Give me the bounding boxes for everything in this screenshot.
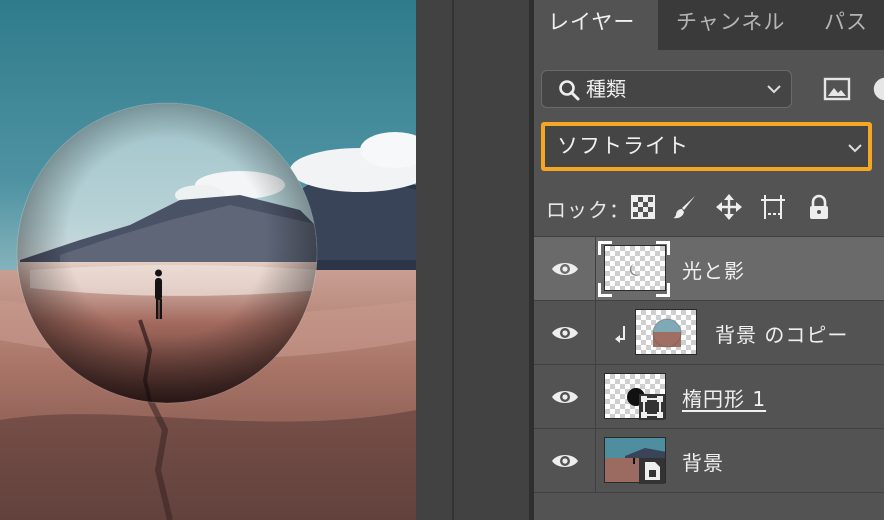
layer-row-background-copy[interactable]: 背景 のコピー: [534, 300, 884, 365]
visibility-column: [534, 237, 596, 301]
eye-icon[interactable]: [551, 259, 579, 279]
layers-panel: レイヤー チャンネル パス 種類 ソフトライト ロック： 光と影 背景 のコピー…: [534, 0, 884, 520]
lock-artboard-icon[interactable]: [760, 194, 786, 220]
eye-icon[interactable]: [551, 451, 579, 471]
document-canvas[interactable]: [0, 0, 416, 520]
canvas-gutter: [416, 0, 534, 520]
filter-kind-select[interactable]: 種類: [541, 70, 792, 108]
photo-thumbnail-image: [652, 318, 682, 348]
lock-all-icon[interactable]: [806, 194, 832, 220]
thumbnail-selection-corner: [656, 283, 670, 297]
chevron-down-icon: [767, 85, 781, 94]
layer-thumbnail: [635, 309, 697, 355]
lock-label: ロック：: [546, 198, 630, 222]
tab-channels[interactable]: チャンネル: [662, 0, 798, 50]
tab-layers[interactable]: レイヤー: [534, 0, 658, 50]
lock-row: ロック：: [534, 178, 884, 236]
visibility-column: [534, 365, 596, 429]
shape-layer-badge-icon: [639, 394, 665, 420]
search-icon: [559, 80, 580, 101]
thumbnail-selection-corner: [598, 241, 612, 255]
layer-name[interactable]: 背景: [682, 447, 724, 476]
visibility-column: [534, 301, 596, 365]
blend-mode-select[interactable]: ソフトライト: [541, 122, 872, 171]
clipping-mask-arrow-icon: [615, 326, 625, 343]
divider: [452, 0, 454, 520]
panel-tab-bar: レイヤー チャンネル パス: [534, 0, 884, 50]
thumbnail-selection-corner: [656, 241, 670, 255]
lock-image-pixels-icon[interactable]: [672, 194, 698, 220]
canvas-image: [0, 0, 416, 520]
chevron-down-icon: [848, 144, 862, 153]
visibility-column: [534, 429, 596, 493]
lock-position-icon[interactable]: [716, 194, 742, 220]
tab-paths[interactable]: パス: [810, 0, 884, 50]
image-filter-icon[interactable]: [823, 76, 851, 102]
adjustment-filter-icon[interactable]: [872, 76, 884, 102]
layer-name[interactable]: 光と影: [682, 255, 745, 284]
lock-transparent-pixels-icon[interactable]: [630, 194, 656, 220]
layer-row-ellipse-1[interactable]: 楕円形 1: [534, 364, 884, 429]
layer-name[interactable]: 楕円形 1: [682, 383, 766, 412]
filter-kind-label: 種類: [586, 77, 626, 101]
thumbnail-selection-corner: [598, 283, 612, 297]
blend-mode-value: ソフトライト: [557, 134, 689, 158]
layer-row-background[interactable]: 背景: [534, 428, 884, 493]
layer-filter-row: 種類: [534, 50, 884, 116]
blend-mode-row: ソフトライト: [534, 116, 884, 178]
layer-name[interactable]: 背景 のコピー: [715, 319, 848, 348]
eye-icon[interactable]: [551, 323, 579, 343]
eye-icon[interactable]: [551, 387, 579, 407]
smart-object-badge-icon: [639, 458, 665, 484]
divider: [534, 492, 884, 493]
layer-row-light-and-shadow[interactable]: 光と影: [534, 236, 884, 301]
